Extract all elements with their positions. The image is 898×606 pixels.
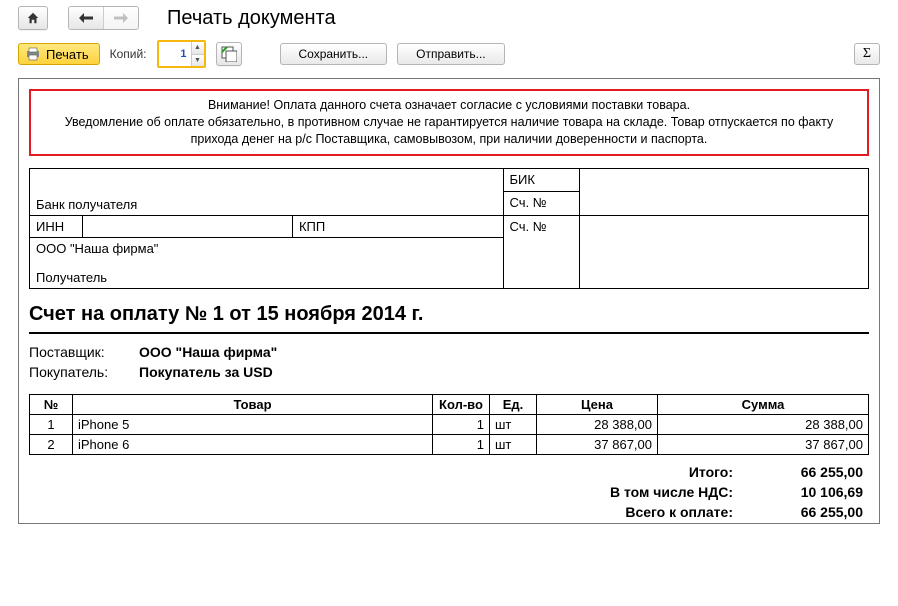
page-title: Печать документа: [167, 7, 336, 30]
total-label: Всего к оплате:: [606, 503, 757, 521]
save-button[interactable]: Сохранить...: [280, 43, 388, 65]
sigma-icon: Σ: [863, 46, 871, 62]
warning-line2: Уведомление об оплате обязательно, в про…: [43, 114, 855, 148]
send-button[interactable]: Отправить...: [397, 43, 505, 65]
recipient-cell: ООО "Наша фирма" Получатель: [30, 237, 504, 288]
spinner-down[interactable]: ▼: [192, 55, 204, 67]
th-name: Товар: [73, 394, 433, 414]
preview-icon: [221, 46, 237, 62]
title-divider: [29, 332, 869, 334]
bank-table: Банк получателя БИК Сч. № ИНН КПП Сч. № …: [29, 168, 869, 289]
nav-group: [68, 6, 139, 30]
recipient-bank-cell: Банк получателя: [30, 168, 504, 215]
warning-box: Внимание! Оплата данного счета означает …: [29, 89, 869, 156]
buyer-row: Покупатель: Покупатель за USD: [29, 364, 869, 380]
supplier-label: Поставщик:: [29, 344, 139, 360]
th-qty: Кол-во: [433, 394, 490, 414]
vat-value: 10 106,69: [759, 483, 867, 501]
home-icon: [26, 11, 40, 25]
home-button[interactable]: [18, 6, 48, 30]
document-area: Внимание! Оплата данного счета означает …: [18, 78, 880, 524]
account2-cell: Сч. №: [503, 215, 579, 288]
recipient-company: ООО "Наша фирма": [36, 241, 497, 256]
bik-cell: БИК: [503, 168, 579, 192]
print-button[interactable]: Печать: [18, 43, 100, 65]
cell-qty: 1: [433, 434, 490, 454]
arrow-right-icon: [114, 13, 128, 23]
recipient-label: Получатель: [36, 270, 497, 285]
inn-value-cell: [82, 215, 292, 237]
supplier-row: Поставщик: ООО "Наша фирма": [29, 344, 869, 360]
copies-spinner[interactable]: ▲ ▼: [157, 40, 206, 68]
cell-qty: 1: [433, 414, 490, 434]
table-row: 1 iPhone 5 1 шт 28 388,00 28 388,00: [30, 414, 869, 434]
cell-price: 28 388,00: [537, 414, 658, 434]
document-title: Счет на оплату № 1 от 15 ноября 2014 г.: [29, 303, 869, 326]
subtotal-value: 66 255,00: [759, 463, 867, 481]
cell-unit: шт: [490, 434, 537, 454]
total-value: 66 255,00: [759, 503, 867, 521]
th-num: №: [30, 394, 73, 414]
preview-button[interactable]: [216, 42, 242, 66]
copies-label: Копий:: [110, 47, 147, 61]
forward-button[interactable]: [104, 7, 138, 29]
buyer-value: Покупатель за USD: [139, 364, 273, 380]
supplier-value: ООО "Наша фирма": [139, 344, 277, 360]
print-label: Печать: [46, 47, 89, 62]
back-button[interactable]: [69, 7, 104, 29]
totals-table: Итого:66 255,00 В том числе НДС:10 106,6…: [604, 461, 869, 523]
spinner-buttons: ▲ ▼: [191, 42, 204, 66]
cell-name: iPhone 5: [73, 414, 433, 434]
arrow-left-icon: [79, 13, 93, 23]
th-unit: Ед.: [490, 394, 537, 414]
cell-price: 37 867,00: [537, 434, 658, 454]
copies-input[interactable]: [159, 42, 191, 66]
cell-name: iPhone 6: [73, 434, 433, 454]
bik-value-cell: [579, 168, 868, 215]
items-table: № Товар Кол-во Ед. Цена Сумма 1 iPhone 5…: [29, 394, 869, 455]
spinner-up[interactable]: ▲: [192, 42, 204, 55]
table-row: 2 iPhone 6 1 шт 37 867,00 37 867,00: [30, 434, 869, 454]
cell-sum: 37 867,00: [658, 434, 869, 454]
sigma-button[interactable]: Σ: [854, 43, 880, 65]
kpp-cell: КПП: [292, 215, 503, 237]
cell-num: 2: [30, 434, 73, 454]
actions-toolbar: Печать Копий: ▲ ▼ Сохранить... Отправить…: [0, 34, 898, 70]
top-toolbar: Печать документа: [0, 0, 898, 34]
warning-line1: Внимание! Оплата данного счета означает …: [43, 97, 855, 114]
items-header-row: № Товар Кол-во Ед. Цена Сумма: [30, 394, 869, 414]
cell-unit: шт: [490, 414, 537, 434]
th-sum: Сумма: [658, 394, 869, 414]
inn-label-cell: ИНН: [30, 215, 83, 237]
vat-label: В том числе НДС:: [606, 483, 757, 501]
buyer-label: Покупатель:: [29, 364, 139, 380]
subtotal-label: Итого:: [606, 463, 757, 481]
cell-num: 1: [30, 414, 73, 434]
account2-value-cell: [579, 215, 868, 288]
cell-sum: 28 388,00: [658, 414, 869, 434]
th-price: Цена: [537, 394, 658, 414]
account1-cell: Сч. №: [503, 192, 579, 216]
printer-icon: [25, 47, 41, 61]
